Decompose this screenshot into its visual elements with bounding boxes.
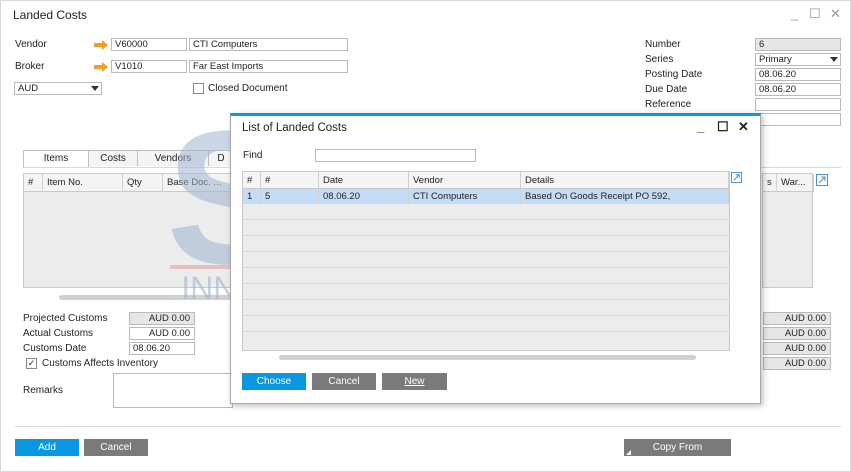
- list-of-landed-costs-dialog: List of Landed Costs _ ☐ ✕ Find # # Date…: [230, 113, 761, 404]
- find-input[interactable]: [315, 149, 476, 162]
- currency-value: AUD: [18, 83, 39, 94]
- closed-document-checkbox[interactable]: [193, 83, 204, 94]
- minimize-icon[interactable]: _: [791, 6, 798, 21]
- customs-affects-inventory-label: Customs Affects Inventory: [42, 358, 158, 369]
- customs-date-label: Customs Date: [23, 343, 87, 354]
- closed-document-label: Closed Document: [208, 83, 288, 94]
- choose-button[interactable]: Choose: [242, 373, 306, 390]
- tab-costs[interactable]: Costs: [88, 150, 138, 166]
- total-field: AUD 0.00: [763, 342, 831, 355]
- corner-triangle-icon: [626, 450, 631, 455]
- items-grid-header: # Item No. Qty Base Doc. ...: [24, 174, 236, 192]
- posting-date-label: Posting Date: [645, 69, 703, 80]
- remarks-field[interactable]: [113, 373, 233, 408]
- col-details[interactable]: Details: [521, 172, 729, 189]
- col-vendor[interactable]: Vendor: [409, 172, 521, 189]
- maximize-icon[interactable]: ☐: [809, 6, 821, 22]
- total-field: AUD 0.00: [763, 357, 831, 370]
- remarks-label: Remarks: [23, 385, 64, 396]
- copy-from-label: Copy From: [652, 442, 703, 453]
- total-field: AUD 0.00: [763, 327, 831, 340]
- link-arrow-icon[interactable]: [94, 62, 108, 72]
- broker-label: Broker: [15, 61, 45, 72]
- expand-icon[interactable]: [731, 172, 742, 183]
- table-row-empty: [243, 253, 729, 268]
- row-doc-number: 5: [261, 189, 319, 204]
- close-icon[interactable]: ✕: [738, 119, 749, 135]
- customs-affects-inventory-checkbox[interactable]: ✓: [26, 358, 37, 369]
- reference-field[interactable]: [755, 98, 841, 111]
- maximize-icon[interactable]: ☐: [717, 119, 729, 135]
- new-button[interactable]: New: [382, 373, 447, 390]
- table-row[interactable]: 1 5 08.06.20 CTI Computers Based On Good…: [243, 189, 729, 204]
- tab-vendors[interactable]: Vendors: [137, 150, 209, 166]
- minimize-icon[interactable]: _: [697, 119, 704, 134]
- col-warehouse[interactable]: War...: [777, 174, 814, 192]
- row-vendor: CTI Computers: [409, 189, 521, 204]
- col-item-no[interactable]: Item No.: [43, 174, 123, 192]
- customs-date-field[interactable]: 08.06.20: [129, 342, 195, 355]
- vendor-name-field[interactable]: CTI Computers: [189, 38, 348, 51]
- expand-icon[interactable]: [816, 174, 828, 186]
- table-row-empty: [243, 301, 729, 316]
- col-doc-number[interactable]: #: [261, 172, 319, 189]
- cancel-button[interactable]: Cancel: [84, 439, 148, 456]
- table-row-empty: [243, 237, 729, 252]
- tab-items[interactable]: Items: [23, 150, 89, 167]
- col-row-index[interactable]: #: [243, 172, 261, 189]
- add-button[interactable]: Add: [15, 439, 79, 456]
- close-icon[interactable]: ✕: [830, 6, 841, 22]
- table-row-empty: [243, 221, 729, 236]
- col-date[interactable]: Date: [319, 172, 409, 189]
- currency-select[interactable]: AUD: [14, 82, 102, 95]
- series-label: Series: [645, 54, 674, 65]
- horizontal-scrollbar[interactable]: [59, 295, 234, 300]
- copy-from-button[interactable]: Copy From: [624, 439, 731, 456]
- dialog-grid-header: # # Date Vendor Details: [243, 172, 729, 189]
- vendor-label: Vendor: [15, 39, 47, 50]
- items-grid-right-header: s War...: [763, 174, 814, 192]
- due-date-label: Due Date: [645, 84, 688, 95]
- total-field: AUD 0.00: [763, 312, 831, 325]
- items-grid-right[interactable]: s War...: [762, 173, 814, 288]
- chevron-down-icon: [830, 57, 838, 62]
- dialog-title: List of Landed Costs: [242, 122, 347, 134]
- dialog-cancel-button[interactable]: Cancel: [312, 373, 376, 390]
- broker-name-field[interactable]: Far East Imports: [189, 60, 348, 73]
- row-index: 1: [243, 189, 261, 204]
- table-row-empty: [243, 269, 729, 284]
- row-date: 08.06.20: [319, 189, 409, 204]
- table-row-empty: [243, 317, 729, 332]
- actual-customs-field[interactable]: AUD 0.00: [129, 327, 195, 340]
- table-row-empty: [243, 205, 729, 220]
- actual-customs-label: Actual Customs: [23, 328, 94, 339]
- find-label: Find: [243, 150, 263, 161]
- landed-costs-grid[interactable]: # # Date Vendor Details 1 5 08.06.20 CTI…: [242, 171, 730, 351]
- number-label: Number: [645, 39, 681, 50]
- reference-label: Reference: [645, 99, 692, 110]
- col-base-doc[interactable]: Base Doc. ...: [163, 174, 236, 192]
- due-date-field[interactable]: 08.06.20: [755, 83, 841, 96]
- series-select[interactable]: Primary: [755, 53, 841, 66]
- footer-divider: [15, 426, 841, 427]
- items-grid[interactable]: # Item No. Qty Base Doc. ...: [23, 173, 236, 288]
- row-details: Based On Goods Receipt PO 592,: [521, 189, 729, 204]
- broker-code-field[interactable]: V1010: [111, 60, 187, 73]
- projected-customs-field: AUD 0.00: [129, 312, 195, 325]
- col-qty[interactable]: Qty: [123, 174, 163, 192]
- table-row-empty: [243, 285, 729, 300]
- chevron-down-icon: [91, 86, 99, 91]
- dialog-horizontal-scrollbar[interactable]: [279, 355, 696, 360]
- number-field: 6: [755, 38, 841, 51]
- link-arrow-icon[interactable]: [94, 40, 108, 50]
- posting-date-field[interactable]: 08.06.20: [755, 68, 841, 81]
- series-value: Primary: [759, 54, 792, 65]
- vendor-code-field[interactable]: V60000: [111, 38, 187, 51]
- extra-field[interactable]: [755, 113, 841, 126]
- projected-customs-label: Projected Customs: [23, 313, 108, 324]
- col-index[interactable]: #: [24, 174, 43, 192]
- window-title: Landed Costs: [13, 8, 88, 22]
- col-s[interactable]: s: [763, 174, 777, 192]
